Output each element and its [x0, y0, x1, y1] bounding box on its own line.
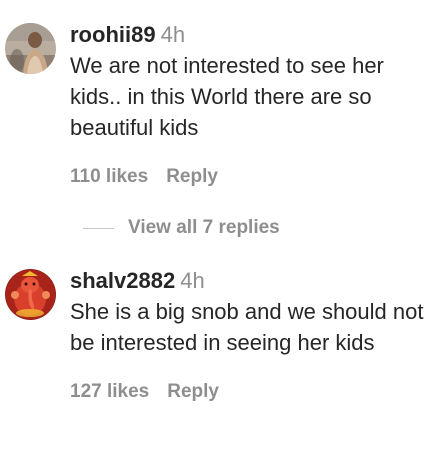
timestamp: 4h: [180, 268, 205, 293]
view-replies-link[interactable]: View all 7 replies: [83, 214, 280, 242]
comment-actions: 110 likes Reply: [70, 164, 432, 190]
view-replies-label: View all 7 replies: [128, 217, 280, 238]
username[interactable]: shalv2882: [70, 268, 175, 293]
comment-header: roohii89 4h: [70, 20, 432, 50]
comment-actions: 127 likes Reply: [70, 379, 432, 405]
username[interactable]: roohii89: [70, 22, 156, 47]
reply-button[interactable]: Reply: [167, 381, 219, 402]
user-avatar-photo-icon: [5, 23, 56, 74]
avatar[interactable]: [5, 23, 56, 74]
ganesha-avatar-photo-icon: [5, 269, 56, 320]
comment-body: roohii89 4h We are not interested to see …: [70, 20, 432, 190]
timestamp: 4h: [160, 22, 186, 47]
comment-body: shalv2882 4h She is a big snob and we sho…: [70, 266, 432, 405]
comment-text: She is a big snob and we should not be i…: [70, 299, 424, 355]
divider-line: [83, 227, 114, 229]
comment-header: shalv2882 4h: [70, 266, 432, 296]
likes-count[interactable]: 127 likes: [70, 381, 149, 402]
comment-text: We are not interested to see her kids.. …: [70, 53, 384, 140]
reply-button[interactable]: Reply: [166, 166, 218, 187]
avatar[interactable]: [5, 269, 56, 320]
likes-count[interactable]: 110 likes: [70, 166, 148, 187]
